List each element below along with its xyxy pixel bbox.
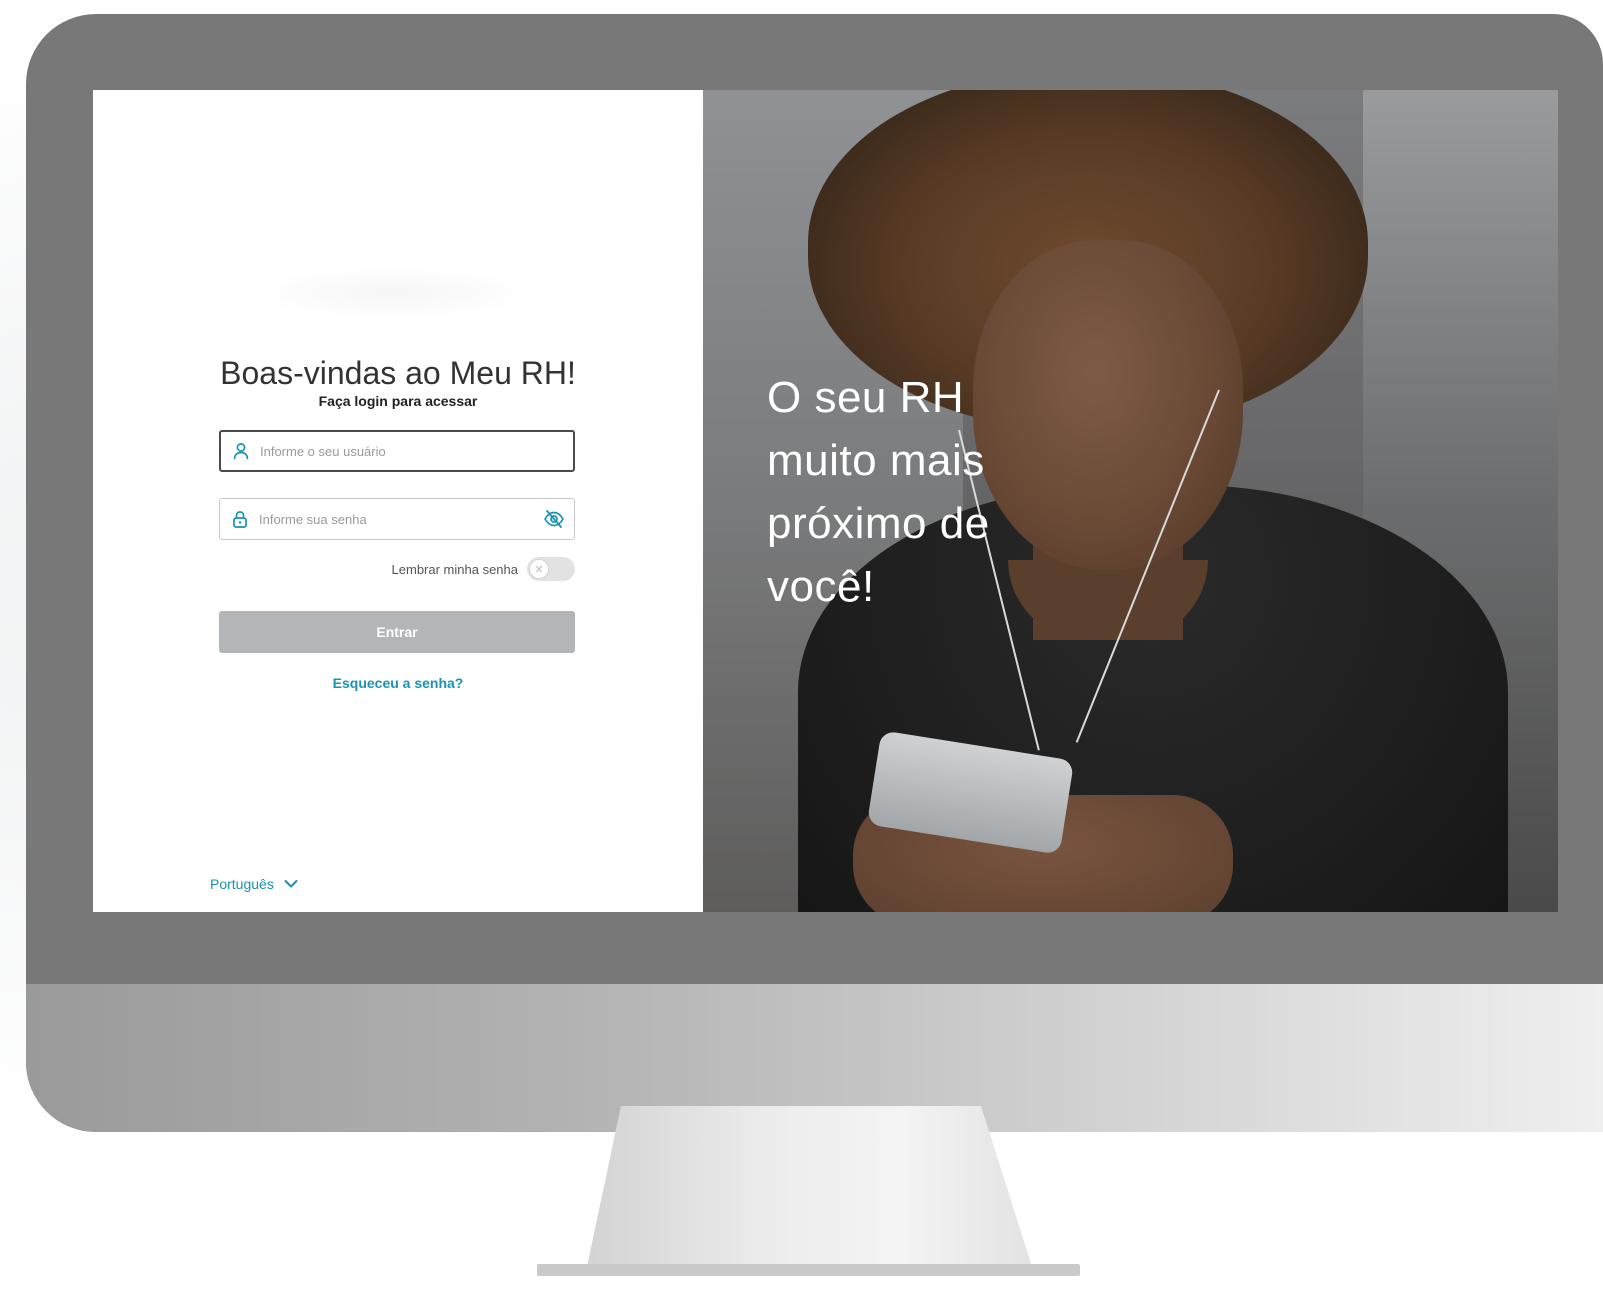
remember-password-label: Lembrar minha senha bbox=[391, 561, 518, 577]
password-field[interactable] bbox=[219, 498, 575, 540]
username-field[interactable] bbox=[219, 430, 575, 472]
page-title: Boas-vindas ao Meu RH! bbox=[220, 355, 576, 391]
page-subtitle: Faça login para acessar bbox=[318, 393, 478, 409]
language-selector[interactable]: Português bbox=[210, 876, 298, 892]
forgot-password-link[interactable]: Esqueceu a senha? bbox=[93, 675, 703, 691]
hero-text: O seu RH muito mais próximo de você! bbox=[767, 366, 1127, 618]
hero-line: próximo de bbox=[767, 499, 990, 548]
hero-line: você! bbox=[767, 562, 875, 611]
monitor-stand bbox=[585, 1106, 1035, 1276]
lock-icon bbox=[229, 508, 251, 530]
hero-image: O seu RH muito mais próximo de você! bbox=[703, 90, 1558, 912]
user-icon bbox=[230, 440, 252, 462]
login-panel: Boas-vindas ao Meu RH! Faça login para a… bbox=[93, 90, 703, 912]
x-icon: ✕ bbox=[529, 559, 549, 579]
language-label: Português bbox=[210, 876, 274, 892]
eye-off-icon[interactable] bbox=[542, 507, 566, 531]
chevron-down-icon bbox=[284, 880, 298, 888]
hero-line: O seu RH bbox=[767, 373, 965, 422]
monitor-frame: Boas-vindas ao Meu RH! Faça login para a… bbox=[26, 14, 1603, 1132]
remember-password-toggle[interactable]: ✕ bbox=[527, 557, 575, 581]
enter-button[interactable]: Entrar bbox=[219, 611, 575, 653]
password-input[interactable] bbox=[257, 504, 542, 534]
hero-line: muito mais bbox=[767, 436, 985, 485]
username-input[interactable] bbox=[258, 436, 573, 466]
monitor-base bbox=[537, 1264, 1080, 1276]
remember-password-row: Lembrar minha senha ✕ bbox=[219, 556, 575, 582]
screen: Boas-vindas ao Meu RH! Faça login para a… bbox=[93, 90, 1558, 912]
logo bbox=[258, 268, 528, 318]
